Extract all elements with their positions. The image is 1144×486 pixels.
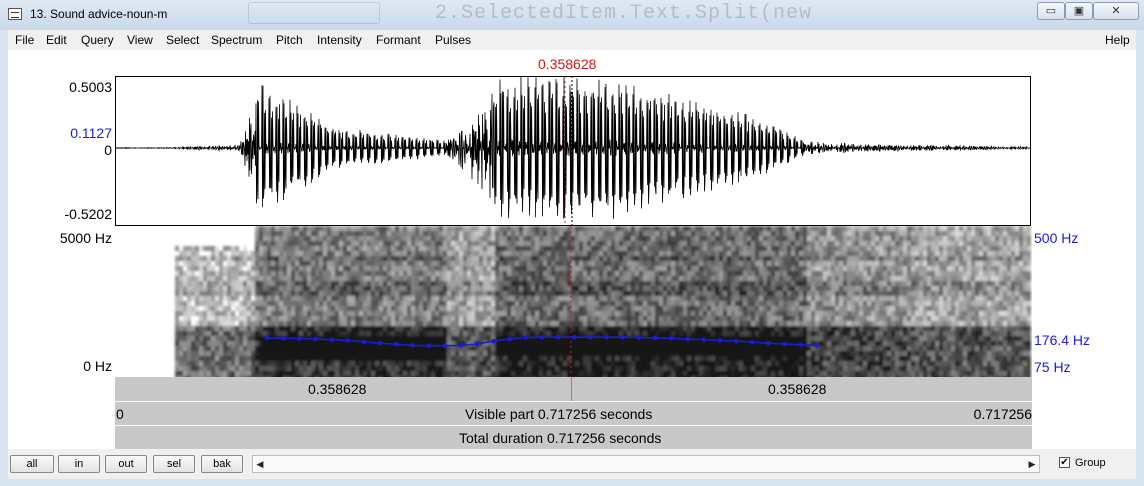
pitch-point	[685, 336, 690, 342]
visible-end-time: 0.717256	[973, 406, 1032, 422]
pitch-point	[507, 336, 512, 342]
pitch-point	[669, 335, 674, 341]
pitch-point	[588, 334, 593, 340]
menu-query[interactable]: Query	[81, 33, 114, 47]
zoom-out-button[interactable]: out	[105, 455, 147, 473]
spectrogram-panel[interactable]	[115, 226, 1032, 377]
praat-window-icon	[8, 8, 22, 20]
pitch-point	[361, 339, 367, 345]
horizontal-scrollbar[interactable]: ◀ ▶	[252, 455, 1040, 473]
pitch-point	[410, 343, 415, 348]
background-ghost-code: 2.SelectedItem.Text.Split(new	[435, 2, 813, 25]
maximize-button[interactable]: ▣	[1065, 2, 1093, 20]
spectrogram-freq-top: 5000 Hz	[59, 230, 112, 246]
pitch-point	[539, 334, 545, 340]
pitch-bottom-label: 75 Hz	[1034, 359, 1071, 375]
menu-formant[interactable]: Formant	[376, 33, 421, 47]
pitch-cursor-label: 176.4 Hz	[1034, 332, 1091, 348]
pitch-point	[264, 335, 270, 341]
menu-edit[interactable]: Edit	[46, 33, 67, 47]
waveform-y-zero: 0	[104, 142, 112, 158]
pitch-point	[297, 336, 302, 341]
pitch-point	[523, 335, 529, 340]
scroll-right-icon[interactable]: ▶	[1025, 456, 1039, 472]
pitch-top-label: 500 Hz	[1034, 230, 1079, 246]
visible-part-bar[interactable]: 0 Visible part 0.717256 seconds 0.717256	[115, 402, 1032, 425]
window-title: 13. Sound advice-noun-m	[30, 7, 168, 21]
close-button[interactable]: ✕	[1093, 2, 1139, 20]
waveform-y-cursor: 0.1127	[70, 125, 112, 141]
pitch-point	[798, 342, 804, 347]
pitch-point	[555, 334, 561, 340]
pitch-point	[394, 342, 399, 347]
pitch-point	[733, 338, 739, 344]
pitch-point	[766, 340, 771, 346]
pitch-point	[782, 341, 787, 347]
pitch-point	[636, 335, 642, 340]
visible-part-label: Visible part 0.717256 seconds	[465, 406, 653, 422]
pitch-point	[620, 334, 626, 340]
group-checkbox[interactable]: ✔	[1059, 457, 1070, 468]
pitch-point	[749, 339, 755, 345]
group-label: Group	[1075, 457, 1106, 469]
pitch-point	[442, 343, 448, 349]
sound-editor-area: 0.358628 0.5003 0.1127 0 -0.5202 5000 Hz…	[8, 50, 1136, 449]
total-duration-label: Total duration 0.717256 seconds	[459, 430, 662, 446]
zoom-back-button[interactable]: bak	[201, 455, 243, 473]
scroll-left-icon[interactable]: ◀	[253, 456, 267, 472]
waveform-y-max: 0.5003	[69, 79, 112, 95]
pitch-point	[604, 334, 610, 340]
waveform-panel[interactable]	[115, 76, 1032, 226]
pitch-point	[426, 343, 432, 349]
menu-spectrum[interactable]: Spectrum	[211, 33, 262, 47]
bottom-toolbar: all in out sel bak ◀ ▶ ✔ Group	[8, 449, 1136, 479]
right-segment-duration: 0.358628	[768, 381, 827, 397]
pitch-point	[652, 335, 658, 341]
minimize-button[interactable]: ▭	[1037, 2, 1065, 20]
zoom-selection-button[interactable]: sel	[153, 455, 195, 473]
total-duration-bar[interactable]: Total duration 0.717256 seconds	[115, 426, 1032, 449]
menu-view[interactable]: View	[127, 33, 153, 47]
pitch-point	[572, 334, 577, 340]
menu-intensity[interactable]: Intensity	[317, 33, 362, 47]
pitch-point	[701, 337, 707, 342]
pitch-point	[474, 341, 480, 347]
selection-time-bar[interactable]: 0.358628 0.358628	[115, 377, 1032, 401]
menu-select[interactable]: Select	[166, 33, 199, 47]
pitch-point	[329, 337, 335, 342]
pitch-point	[717, 338, 723, 343]
menu-file[interactable]: File	[15, 33, 34, 47]
left-segment-duration: 0.358628	[308, 381, 367, 397]
zoom-all-button[interactable]: all	[10, 455, 54, 473]
cursor-time-label: 0.358628	[538, 56, 597, 72]
menu-pitch[interactable]: Pitch	[276, 33, 303, 47]
background-ghost-button	[248, 2, 380, 24]
pitch-point	[345, 338, 351, 343]
visible-start-time: 0	[116, 406, 124, 422]
menu-help[interactable]: Help	[1105, 33, 1130, 47]
zoom-in-button[interactable]: in	[58, 455, 100, 473]
pitch-point	[458, 343, 464, 348]
pitch-point	[280, 335, 286, 341]
title-bar: 13. Sound advice-noun-m 2.SelectedItem.T…	[0, 0, 1144, 30]
pitch-point	[313, 336, 318, 342]
menu-pulses[interactable]: Pulses	[435, 33, 471, 47]
pitch-point	[491, 338, 496, 344]
spectrogram-freq-bottom: 0 Hz	[83, 358, 112, 374]
waveform-y-min: -0.5202	[64, 206, 112, 222]
menu-bar: File Edit Query View Select Spectrum Pit…	[8, 30, 1136, 51]
pitch-point	[814, 343, 820, 348]
pitch-point	[377, 340, 383, 346]
